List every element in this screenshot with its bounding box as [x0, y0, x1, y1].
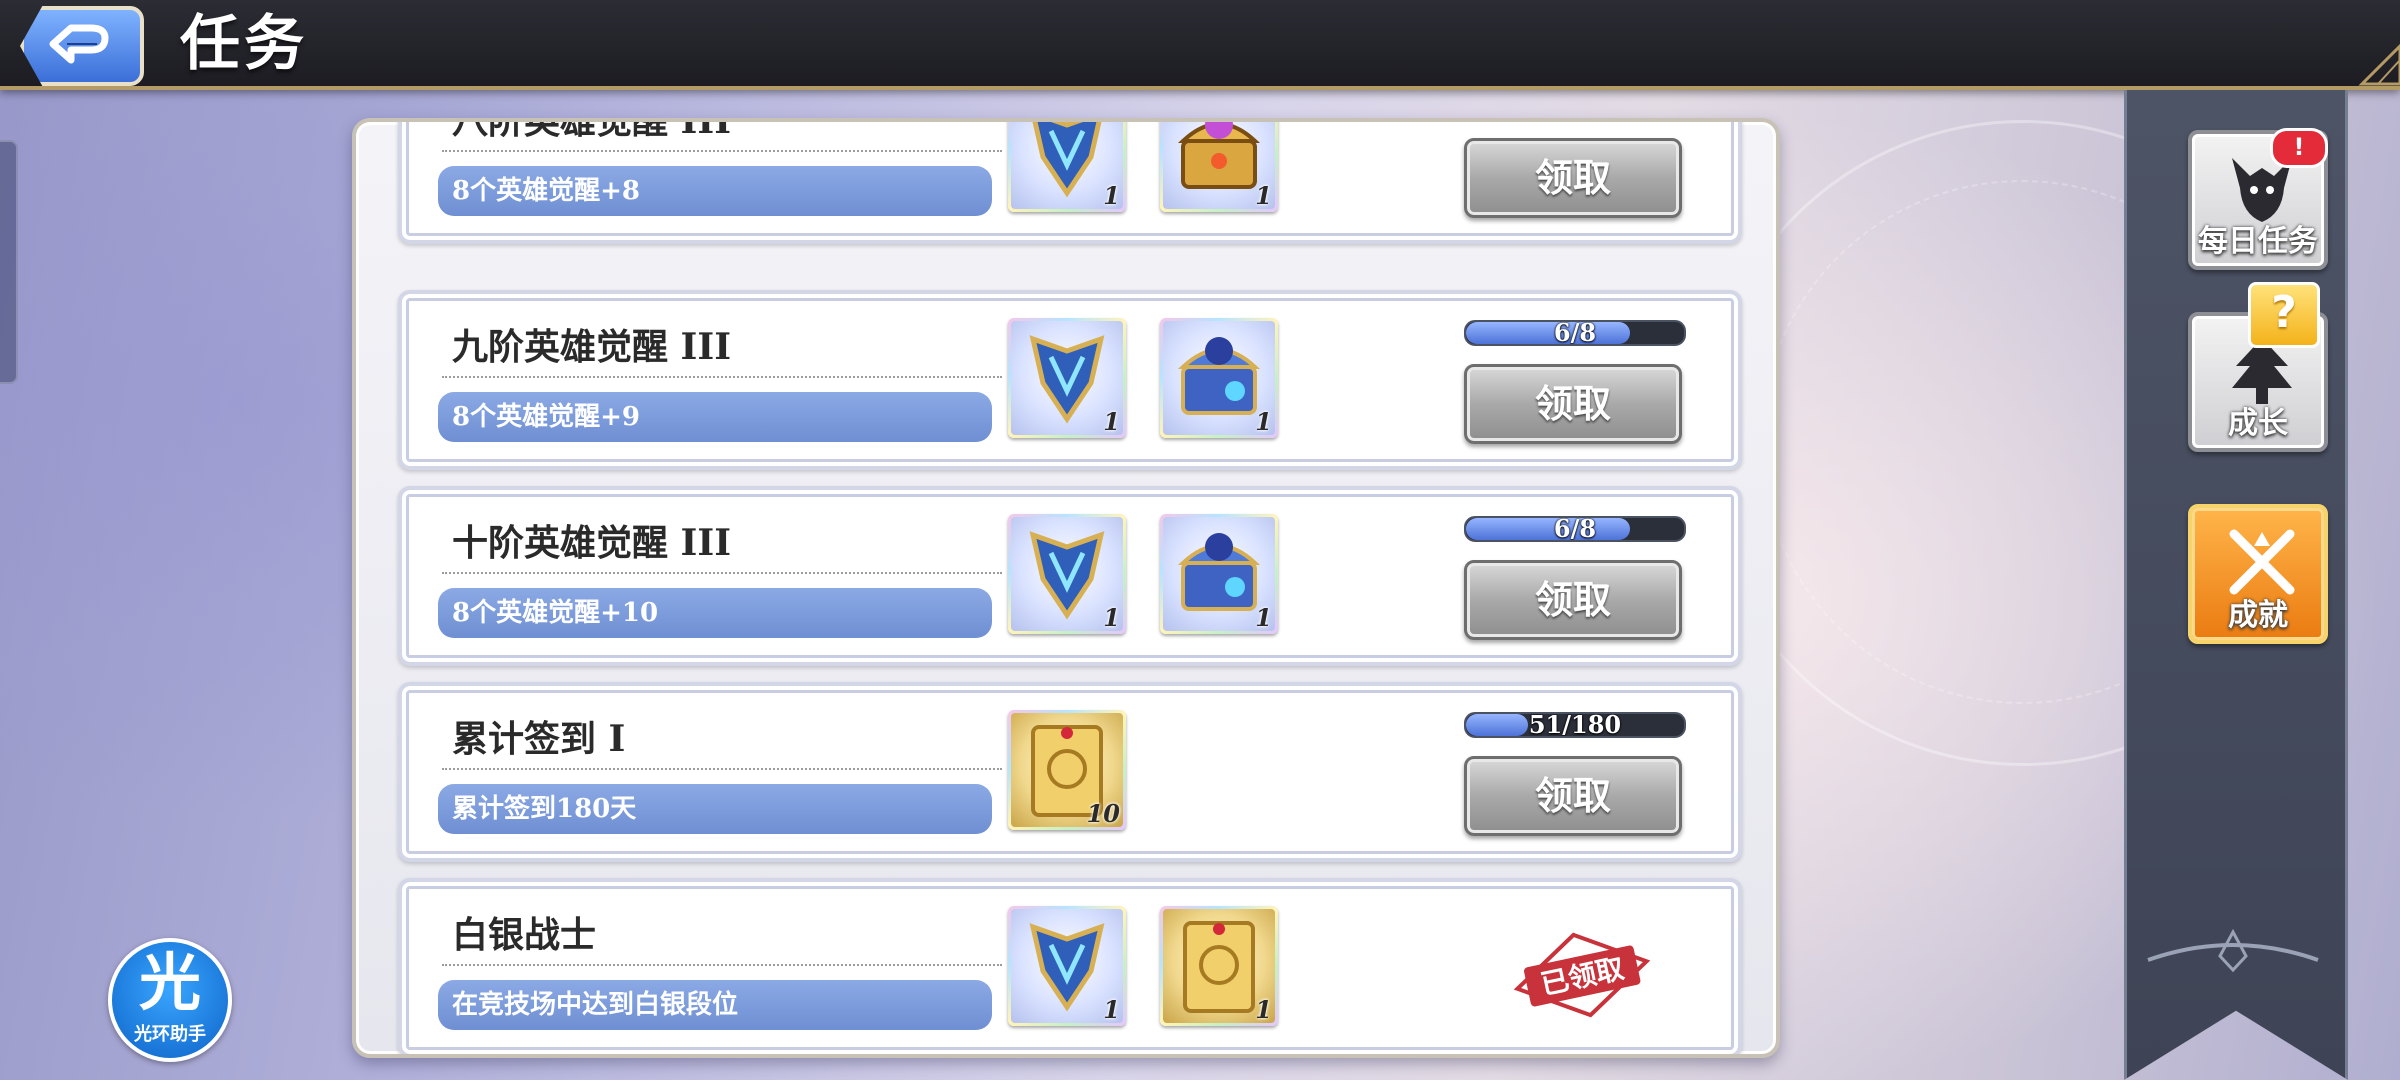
task-card: 九阶英雄觉醒 III 8个英雄觉醒+9 1 1 6/8 领取 [398, 290, 1742, 470]
daily-tasks-label: 每日任务 [2198, 224, 2318, 259]
reward-slot[interactable]: 1 [1160, 122, 1278, 212]
task-list[interactable]: 八阶英雄觉醒 III 8个英雄觉醒+8 1 1 领取 九阶英雄觉醒 III 8个… [356, 122, 1776, 1054]
claim-button[interactable]: 领取 [1464, 756, 1682, 836]
assistant-button[interactable]: 光 光环助手 [108, 938, 232, 1062]
task-description: 8个英雄觉醒+10 [438, 588, 992, 638]
divider [442, 768, 1002, 770]
task-name: 白银战士 [452, 914, 597, 956]
reward-slot[interactable]: 10 [1008, 710, 1126, 830]
reward-slot[interactable]: 1 [1160, 318, 1278, 438]
assistant-label: 光环助手 [134, 1024, 206, 1045]
reward-slot[interactable]: 1 [1008, 318, 1126, 438]
reward-count: 1 [1255, 995, 1272, 1024]
reward-count: 1 [1103, 603, 1120, 632]
claim-button[interactable]: 领取 [1464, 138, 1682, 218]
assistant-logo: 光 [138, 946, 201, 1019]
task-card: 十阶英雄觉醒 III 8个英雄觉醒+10 1 1 6/8 领取 [398, 486, 1742, 666]
reward-count: 1 [1255, 407, 1272, 436]
back-arrow-icon [49, 24, 109, 64]
task-description: 8个英雄觉醒+8 [438, 166, 992, 216]
progress-bar: 6/8 [1464, 320, 1686, 346]
task-name: 累计签到 I [452, 718, 626, 760]
reward-count: 1 [1255, 603, 1272, 632]
growth-button[interactable]: 成长 ? [2188, 282, 2328, 452]
growth-label: 成长 [2228, 406, 2288, 441]
reward-slot[interactable]: 1 [1008, 514, 1126, 634]
divider [442, 964, 1002, 966]
task-description: 在竞技场中达到白银段位 [438, 980, 992, 1030]
achievement-button[interactable]: 成就 [2188, 504, 2328, 644]
progress-text: 51/180 [1528, 712, 1622, 738]
top-bar: 任务 [0, 0, 2400, 90]
daily-tasks-button[interactable]: 每日任务 ! [2188, 128, 2328, 270]
task-panel: 八阶英雄觉醒 III 8个英雄觉醒+8 1 1 领取 九阶英雄觉醒 III 8个… [352, 118, 1780, 1058]
task-name: 十阶英雄觉醒 III [452, 522, 732, 564]
help-badge: ? [2248, 282, 2320, 348]
reward-count: 1 [1103, 995, 1120, 1024]
claimed-stamp: 已领取 [1512, 930, 1652, 1020]
page-title: 任务 [180, 9, 308, 79]
divider [442, 572, 1002, 574]
reward-slot[interactable]: 1 [1160, 514, 1278, 634]
task-name: 九阶英雄觉醒 III [452, 326, 732, 368]
task-card: 白银战士 在竞技场中达到白银段位 1 1 已领取 [398, 878, 1742, 1054]
reward-slot[interactable]: 1 [1008, 906, 1126, 1026]
progress-text: 6/8 [1553, 516, 1597, 542]
divider [442, 150, 1002, 152]
sidebar-ornament-icon [2147, 928, 2319, 973]
reward-count: 1 [1255, 181, 1272, 210]
reward-count: 1 [1103, 181, 1120, 210]
task-card: 八阶英雄觉醒 III 8个英雄觉醒+8 1 1 领取 [398, 118, 1742, 244]
reward-slot[interactable]: 1 [1008, 122, 1126, 212]
reward-slot[interactable]: 1 [1160, 906, 1278, 1026]
divider [442, 376, 1002, 378]
progress-bar: 6/8 [1464, 516, 1686, 542]
task-name: 八阶英雄觉醒 III [452, 118, 732, 142]
left-edge-tab[interactable] [0, 140, 18, 384]
progress-text: 6/8 [1553, 320, 1597, 346]
reward-count: 1 [1103, 407, 1120, 436]
claim-button[interactable]: 领取 [1464, 364, 1682, 444]
reward-count: 10 [1086, 799, 1120, 828]
alert-badge: ! [2270, 128, 2328, 168]
corner-ornament-icon [2358, 43, 2400, 86]
back-button[interactable] [20, 6, 144, 86]
task-description: 累计签到180天 [438, 784, 992, 834]
claim-button[interactable]: 领取 [1464, 560, 1682, 640]
progress-bar: 51/180 [1464, 712, 1686, 738]
achievement-label: 成就 [2228, 598, 2288, 633]
task-description: 8个英雄觉醒+9 [438, 392, 992, 442]
task-card: 累计签到 I 累计签到180天 10 51/180 领取 [398, 682, 1742, 862]
